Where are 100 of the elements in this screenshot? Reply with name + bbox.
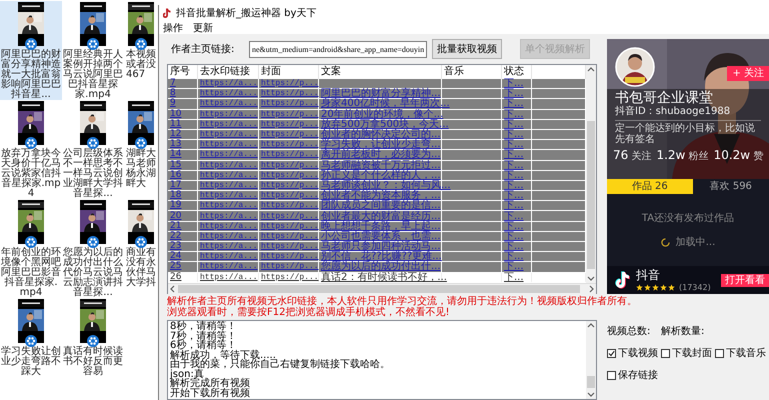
cover-link[interactable]: https://p... [261,191,319,200]
table-row[interactable]: 8 https://a... https://p... 阿里巴巴的财富分享精神... 下... [168,89,586,100]
checkbox[interactable] [607,348,616,358]
status-link[interactable]: 下... [504,89,524,98]
checkbox[interactable] [715,348,724,358]
cover-link[interactable]: https://p... [261,160,319,170]
status-link[interactable]: 下... [504,201,524,210]
caption-link[interactable]: 孙正义是个什么样的人，... [321,170,441,180]
caption-link[interactable]: 您愿为以后的成功付出什... [321,262,441,272]
status-link[interactable]: 下... [504,242,524,252]
table-row[interactable]: 18 https://a... https://p... 创业者不能为资本服务，... 下... [168,191,586,202]
table-row[interactable]: 26 https://a... https://p... 真话2：有时候读书不好，... 下... [168,272,586,283]
video-link[interactable]: https://a... [200,130,258,140]
open-app-button[interactable]: 打开看看 [721,274,769,287]
video-link[interactable]: https://a... [200,242,258,252]
video-link[interactable]: https://a... [200,110,258,119]
table-row[interactable]: 16 https://a... https://p... 孙正义是个什么样的人，... 下... [168,170,586,181]
menu-item[interactable]: 更新 [193,20,213,34]
cover-link[interactable]: https://p... [261,170,319,180]
caption-link[interactable]: 离开前老板时，必须要为... [321,150,441,160]
file-tile[interactable]: 阿里巴巴的财富分享精神造就一大批富翁影响阿里巴巴抖音星... [0,1,62,100]
cover-link[interactable]: https://p... [261,130,319,140]
file-tile[interactable]: 商业有没有永伙伴马大学抖 [124,199,158,298]
video-link[interactable]: https://a... [200,212,258,221]
status-link[interactable]: 下... [504,191,524,200]
video-link[interactable]: https://a... [200,180,258,190]
status-link[interactable]: 下... [504,110,524,119]
cover-link[interactable]: https://p... [261,212,319,221]
caption-link[interactable]: 马老师谈创业？：如何与风... [321,180,451,190]
video-link[interactable]: https://a... [200,150,258,160]
batch-fetch-button[interactable]: 批量获取视频 [432,39,502,59]
cover-link[interactable]: https://p... [261,252,319,262]
status-link[interactable]: 下... [504,99,524,108]
status-link[interactable]: 下... [504,222,524,231]
table-row[interactable]: 14 https://a... https://p... 离开前老板时，必须要为... 下... [168,150,586,160]
cover-link[interactable]: https://p... [261,180,319,190]
status-link[interactable]: 下... [504,140,524,150]
status-link[interactable]: 下... [504,79,524,88]
caption-link[interactable]: 马老师融资被千万元拒过... [321,160,441,170]
checkbox[interactable] [661,348,670,358]
video-link[interactable]: https://a... [200,140,258,150]
checkbox[interactable] [607,370,616,380]
status-link[interactable]: 下... [504,212,524,221]
file-tile[interactable]: 年前创业的环境像个黑网吧阿里巴巴影音抖音星探家.mp4 [0,199,62,298]
video-link[interactable]: https://a... [200,99,258,108]
table-row[interactable]: 19 https://a... https://p... 团队成员之间重要的是信... 下... [168,201,586,212]
cover-link[interactable]: https://p... [261,150,319,160]
file-tile[interactable]: 您愿为以后的成功付出什么代价马云说马云励志演讲抖音星探... [62,199,124,298]
status-link[interactable]: 下... [504,120,524,129]
video-link[interactable]: https://a... [200,262,258,272]
cover-link[interactable]: https://p... [261,99,319,108]
status-link[interactable]: 下... [504,180,524,190]
caption-link[interactable]: 真话2：有时候读书不好，... [321,272,447,282]
file-tile[interactable]: 本视频或者没467 [124,1,158,100]
video-link[interactable]: https://a... [200,252,258,262]
scrollbar-thumb[interactable] [587,376,595,388]
caption-link[interactable]: 马老师只参加四种活动马... [321,242,441,252]
caption-link[interactable]: 小公司也需要体系，也需... [321,232,441,241]
caption-link[interactable]: 晚上想想千条路，早上起... [321,222,441,231]
scrollbar[interactable] [168,282,596,294]
status-link[interactable]: 下... [504,130,524,140]
video-link[interactable]: https://a... [200,232,258,241]
scrollbar[interactable] [586,65,596,283]
cover-link[interactable]: https://p... [261,140,319,150]
video-link[interactable]: https://a... [200,89,258,98]
video-link[interactable]: https://a... [200,79,258,88]
caption-link[interactable]: 创业者不能为资本服务，... [321,191,441,200]
file-tile[interactable]: 湖畔大马老师杨永湖畔大 [124,100,158,199]
cover-link[interactable]: https://p... [261,120,319,129]
table-row[interactable]: 24 https://a... https://p... 别不信，花??比赚??更难... 下... [168,252,586,262]
file-tile[interactable]: 真话有时候读书不好反而更容易 [62,298,124,397]
status-link[interactable]: 下... [504,160,524,170]
video-link[interactable]: https://a... [200,272,258,282]
caption-link[interactable]: 团队成员之间重要的是信... [321,201,441,210]
file-tile[interactable]: 放弃万拿块今天身价千亿马云说紫家信抖音星探家.mp4 [0,100,62,199]
cover-link[interactable]: https://p... [261,89,319,98]
status-link[interactable]: 下... [504,272,524,282]
video-link[interactable]: https://a... [200,222,258,231]
caption-link[interactable]: 别不信，花??比赚??更难... [321,252,442,262]
table-row[interactable]: 23 https://a... https://p... 马老师只参加四种活动马... 下... [168,242,586,252]
table-row[interactable]: 20 https://a... https://p... 创业者最大的财富是经历... 下... [168,211,586,222]
scrollbar-thumb[interactable] [587,121,595,269]
author-link-field[interactable]: ne&utm_medium=android&share_app_name=douyin [249,40,428,58]
scrollbar[interactable] [586,321,596,399]
status-link[interactable]: 下... [504,232,524,241]
cover-link[interactable]: https://p... [261,272,319,282]
video-link[interactable]: https://a... [200,201,258,210]
status-link[interactable]: 下... [504,170,524,180]
table-row[interactable]: 21 https://a... https://p... 晚上想想千条路，早上起... 下... [168,222,586,232]
table-row[interactable]: 13 https://a... https://p... 学习失败，让创业少走弯... 下... [168,140,586,150]
status-link[interactable]: 下... [504,252,524,262]
cover-link[interactable]: https://p... [261,242,319,252]
caption-link[interactable]: 阿里巴巴的财富分享精神... [321,89,441,98]
video-link[interactable]: https://a... [200,191,258,200]
table-row[interactable]: 17 https://a... https://p... 马老师谈创业？：如何与风... 下... [168,180,586,192]
cover-link[interactable]: https://p... [261,110,319,119]
cover-link[interactable]: https://p... [261,79,319,88]
caption-link[interactable]: 学习失败，让创业少走弯... [321,140,441,150]
caption-link[interactable]: 创业者最大的财富是经历... [321,212,441,221]
tab[interactable]: 作品 26 [607,179,693,194]
